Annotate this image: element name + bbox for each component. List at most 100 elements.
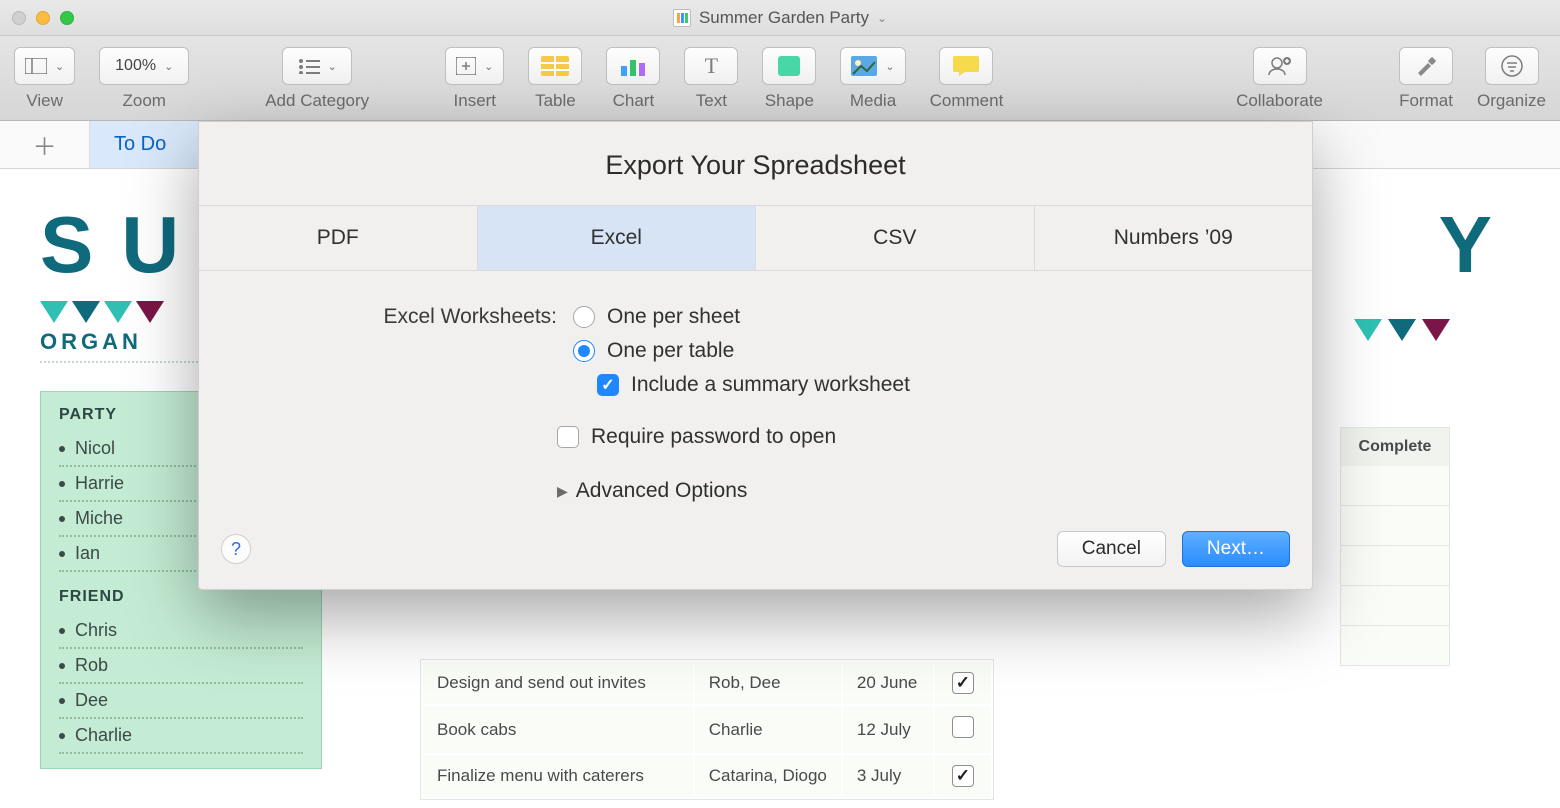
zoom-label: Zoom (122, 91, 165, 111)
dialog-body: Excel Worksheets: One per sheet One per … (199, 271, 1312, 521)
format-button[interactable] (1399, 47, 1453, 85)
checkbox-include-summary[interactable] (597, 374, 619, 396)
button-label: Cancel (1082, 538, 1141, 560)
complete-column: Complete (1340, 427, 1450, 666)
tab-label: Excel (591, 226, 642, 249)
chart-label: Chart (613, 91, 655, 111)
checkbox-label: Require password to open (591, 425, 836, 449)
table-row: Design and send out invitesRob, Dee20 Ju… (423, 662, 991, 704)
list-item: Rob (59, 649, 303, 684)
export-dialog: Export Your Spreadsheet PDF Excel CSV Nu… (198, 121, 1313, 590)
page-title-right: Y (1439, 199, 1520, 291)
advanced-options-toggle[interactable]: ▶ Advanced Options (557, 479, 1264, 503)
chart-button[interactable] (606, 47, 660, 85)
checkbox[interactable] (952, 765, 974, 787)
task-name: Finalize menu with caterers (423, 755, 693, 797)
table-row: Finalize menu with caterersCatarina, Dio… (423, 755, 991, 797)
tab-numbers09[interactable]: Numbers ’09 (1035, 206, 1313, 270)
organize-button[interactable] (1485, 47, 1539, 85)
collaborate-button[interactable] (1253, 47, 1307, 85)
task-due: 3 July (843, 755, 933, 797)
media-icon (851, 56, 877, 76)
format-icon (1415, 56, 1437, 76)
titlebar: Summer Garden Party ⌄ (0, 0, 1560, 36)
help-button[interactable]: ? (221, 534, 251, 564)
task-who: Catarina, Diogo (695, 755, 841, 797)
task-table: Design and send out invitesRob, Dee20 Ju… (420, 659, 994, 800)
dialog-title: Export Your Spreadsheet (199, 122, 1312, 205)
view-icon (25, 58, 47, 74)
task-due: 12 July (843, 706, 933, 753)
checkbox[interactable] (952, 716, 974, 738)
table-icon (541, 56, 569, 76)
zoom-value: 100% (115, 57, 156, 75)
button-label: Next… (1207, 538, 1265, 560)
checkbox[interactable] (952, 672, 974, 694)
chevron-down-icon: ⌄ (328, 60, 337, 73)
comment-label: Comment (930, 91, 1004, 111)
sheet-tab-label: To Do (114, 133, 166, 156)
tab-csv[interactable]: CSV (756, 206, 1035, 270)
cancel-button[interactable]: Cancel (1057, 531, 1166, 567)
view-button[interactable]: ⌄ (14, 47, 75, 85)
zoom-button[interactable]: 100% ⌄ (99, 47, 189, 85)
tab-label: PDF (317, 226, 359, 249)
checkbox-label: Include a summary worksheet (631, 373, 910, 397)
add-sheet-button[interactable]: ＋ (0, 121, 90, 168)
toolbar: ⌄ View 100% ⌄ Zoom ⌄ Add Category ⌄ Inse… (0, 36, 1560, 121)
tab-label: CSV (873, 226, 916, 249)
text-label: Text (696, 91, 727, 111)
chart-icon (619, 56, 647, 76)
insert-button[interactable]: ⌄ (445, 47, 504, 85)
dialog-tabs: PDF Excel CSV Numbers ’09 (199, 205, 1312, 271)
next-button[interactable]: Next… (1182, 531, 1290, 567)
checkbox-require-password[interactable] (557, 426, 579, 448)
media-button[interactable]: ⌄ (840, 47, 905, 85)
task-done-cell (935, 706, 991, 753)
decorative-triangles-right (1354, 319, 1450, 341)
complete-cell (1340, 626, 1450, 666)
list-icon (298, 58, 320, 74)
task-who: Charlie (695, 706, 841, 753)
shape-button[interactable] (762, 47, 816, 85)
task-due: 20 June (843, 662, 933, 704)
complete-cell (1340, 546, 1450, 586)
table-button[interactable] (528, 47, 582, 85)
tab-excel[interactable]: Excel (478, 206, 757, 270)
add-category-label: Add Category (265, 91, 369, 111)
minimize-window-button[interactable] (36, 11, 50, 25)
maximize-window-button[interactable] (60, 11, 74, 25)
tab-pdf[interactable]: PDF (199, 206, 478, 270)
table-label: Table (535, 91, 576, 111)
radio-label: One per table (607, 339, 734, 363)
list-item: Chris (59, 614, 303, 649)
radio-one-per-table[interactable] (573, 340, 595, 362)
shape-icon (778, 56, 800, 76)
task-name: Book cabs (423, 706, 693, 753)
comment-button[interactable] (939, 47, 993, 85)
disclosure-triangle-icon: ▶ (557, 483, 568, 500)
add-category-button[interactable]: ⌄ (282, 47, 352, 85)
close-window-button[interactable] (12, 11, 26, 25)
task-done-cell (935, 662, 991, 704)
chevron-down-icon: ⌄ (885, 60, 894, 73)
shape-label: Shape (765, 91, 814, 111)
worksheets-label: Excel Worksheets: (357, 305, 557, 329)
text-button[interactable]: T (684, 47, 738, 85)
task-name: Design and send out invites (423, 662, 693, 704)
comment-icon (953, 56, 979, 76)
complete-cell (1340, 506, 1450, 546)
complete-cell (1340, 586, 1450, 626)
dialog-footer: ? Cancel Next… (199, 521, 1312, 589)
insert-icon (456, 57, 476, 75)
chevron-down-icon: ⌄ (55, 60, 64, 73)
advanced-label: Advanced Options (576, 479, 748, 503)
view-label: View (26, 91, 63, 111)
radio-one-per-sheet[interactable] (573, 306, 595, 328)
table-row: Book cabsCharlie12 July (423, 706, 991, 753)
window-title[interactable]: Summer Garden Party ⌄ (673, 8, 887, 28)
task-who: Rob, Dee (695, 662, 841, 704)
text-icon: T (705, 53, 718, 79)
collaborate-icon (1267, 55, 1293, 77)
chevron-down-icon: ⌄ (164, 60, 173, 73)
